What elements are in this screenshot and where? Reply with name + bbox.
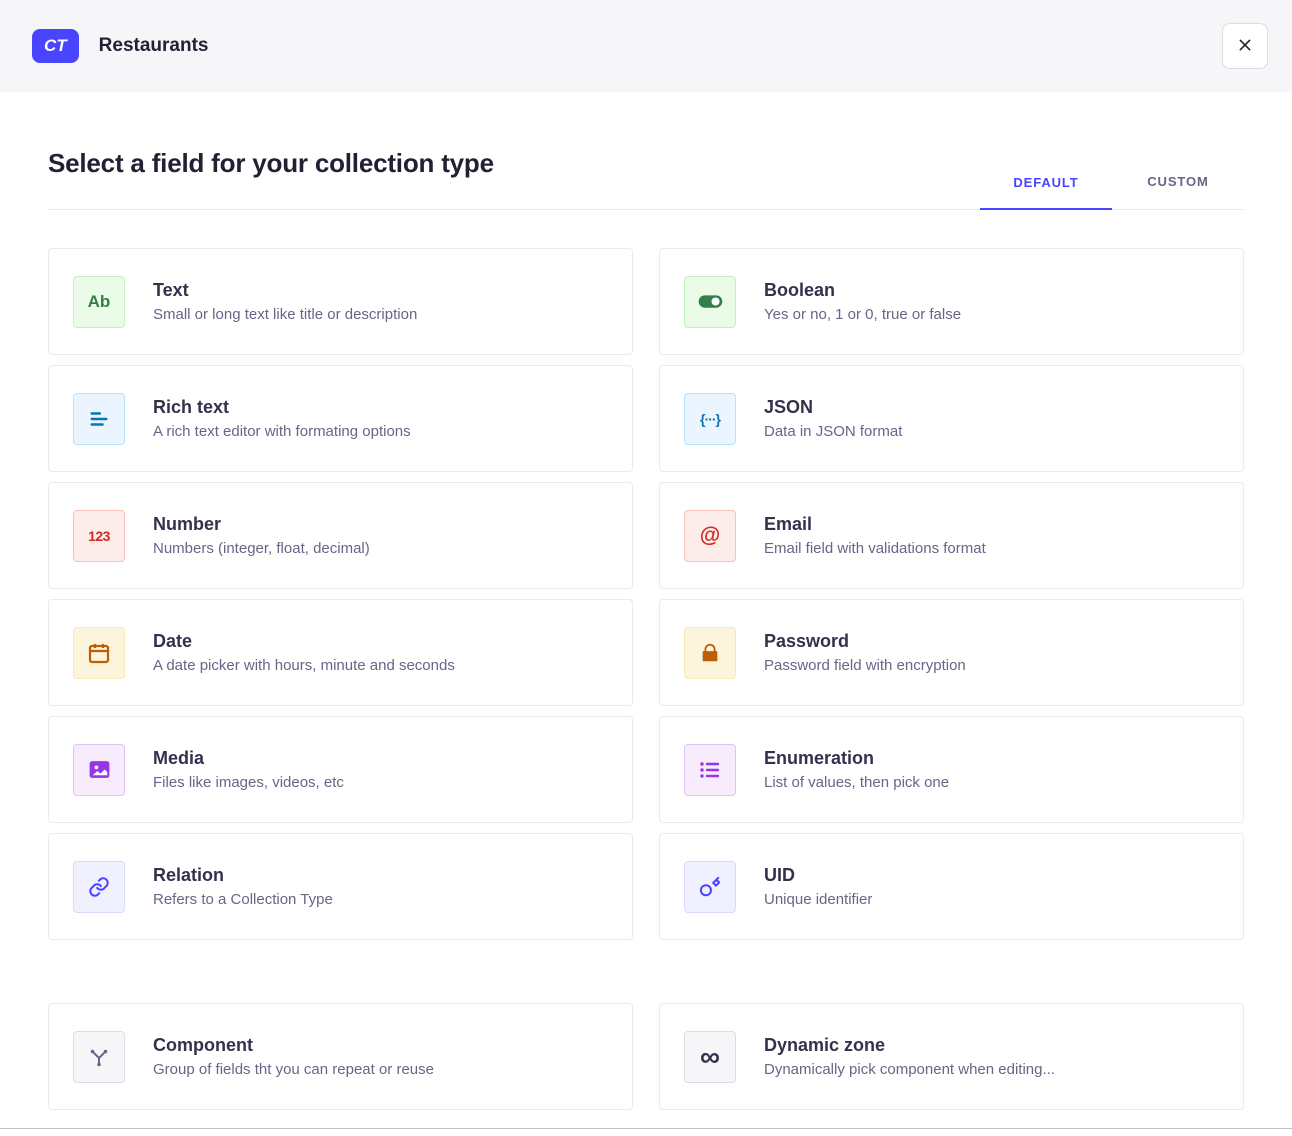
field-title: Relation xyxy=(153,865,333,886)
field-card-text: Enumeration List of values, then pick one xyxy=(764,748,949,791)
tab-bar: DEFAULTCUSTOM xyxy=(980,160,1244,209)
picture-icon xyxy=(73,744,125,796)
field-grid-default: Ab Text Small or long text like title or d… xyxy=(48,248,1244,940)
infinity-icon: ∞ xyxy=(684,1031,736,1083)
field-card-text: JSON Data in JSON format xyxy=(764,397,902,440)
field-card-text: Boolean Yes or no, 1 or 0, true or false xyxy=(764,280,961,323)
field-description: A date picker with hours, minute and sec… xyxy=(153,657,455,674)
field-title: Text xyxy=(153,280,417,301)
field-description: List of values, then pick one xyxy=(764,774,949,791)
field-description: Yes or no, 1 or 0, true or false xyxy=(764,306,961,323)
toggle-icon xyxy=(684,276,736,328)
field-card-text: Rich text A rich text editor with formati… xyxy=(153,397,411,440)
close-button[interactable] xyxy=(1222,23,1268,69)
field-title: Component xyxy=(153,1035,434,1056)
modal-header-left: CT Restaurants xyxy=(32,29,209,63)
calendar-icon xyxy=(73,627,125,679)
field-card-date[interactable]: Date A date picker with hours, minute and… xyxy=(48,599,633,706)
lock-icon xyxy=(684,627,736,679)
field-description: Password field with encryption xyxy=(764,657,966,674)
field-card-email[interactable]: @ Email Email field with validations forma… xyxy=(659,482,1244,589)
link-icon xyxy=(73,861,125,913)
close-icon xyxy=(1237,37,1253,56)
field-description: Data in JSON format xyxy=(764,423,902,440)
branch-icon xyxy=(73,1031,125,1083)
footer-divider xyxy=(0,1128,1292,1129)
field-description: Dynamically pick component when editing.… xyxy=(764,1061,1055,1078)
field-title: Boolean xyxy=(764,280,961,301)
modal-body: Select a field for your collection type … xyxy=(0,148,1292,1110)
tab-custom[interactable]: CUSTOM xyxy=(1112,160,1244,209)
field-card-boolean[interactable]: Boolean Yes or no, 1 or 0, true or false xyxy=(659,248,1244,355)
field-title: Enumeration xyxy=(764,748,949,769)
field-card-password[interactable]: Password Password field with encryption xyxy=(659,599,1244,706)
field-card-dynamiczone[interactable]: ∞ Dynamic zone Dynamically pick component … xyxy=(659,1003,1244,1110)
tab-default[interactable]: DEFAULT xyxy=(980,160,1112,210)
field-card-relation[interactable]: Relation Refers to a Collection Type xyxy=(48,833,633,940)
field-card-text: Email Email field with validations format xyxy=(764,514,986,557)
field-card-text[interactable]: Ab Text Small or long text like title or d… xyxy=(48,248,633,355)
content-type-badge: CT xyxy=(32,29,79,63)
field-description: Small or long text like title or descrip… xyxy=(153,306,417,323)
field-description: Group of fields tht you can repeat or re… xyxy=(153,1061,434,1078)
field-card-media[interactable]: Media Files like images, videos, etc xyxy=(48,716,633,823)
field-grid-advanced: Component Group of fields tht you can rep… xyxy=(48,1003,1244,1110)
bullet-list-icon xyxy=(684,744,736,796)
field-description: Files like images, videos, etc xyxy=(153,774,344,791)
field-card-text: Component Group of fields tht you can rep… xyxy=(153,1035,434,1078)
field-card-component[interactable]: Component Group of fields tht you can rep… xyxy=(48,1003,633,1110)
field-card-text: UID Unique identifier xyxy=(764,865,872,908)
braces-icon: {···} xyxy=(684,393,736,445)
field-card-text: Password Password field with encryption xyxy=(764,631,966,674)
field-description: A rich text editor with formating option… xyxy=(153,423,411,440)
field-title: Media xyxy=(153,748,344,769)
field-card-text: Relation Refers to a Collection Type xyxy=(153,865,333,908)
field-card-uid[interactable]: UID Unique identifier xyxy=(659,833,1244,940)
key-icon xyxy=(684,861,736,913)
field-card-text: Dynamic zone Dynamically pick component w… xyxy=(764,1035,1055,1078)
field-description: Numbers (integer, float, decimal) xyxy=(153,540,370,557)
field-description: Refers to a Collection Type xyxy=(153,891,333,908)
field-card-text: Text Small or long text like title or des… xyxy=(153,280,417,323)
title-row: Select a field for your collection type … xyxy=(48,148,1244,210)
modal-title: Restaurants xyxy=(99,35,209,57)
ab-icon: Ab xyxy=(73,276,125,328)
field-title: Number xyxy=(153,514,370,535)
field-title: Password xyxy=(764,631,966,652)
field-description: Email field with validations format xyxy=(764,540,986,557)
at-icon: @ xyxy=(684,510,736,562)
field-title: UID xyxy=(764,865,872,886)
field-card-number[interactable]: 123 Number Numbers (integer, float, decima… xyxy=(48,482,633,589)
field-title: Date xyxy=(153,631,455,652)
field-title: Email xyxy=(764,514,986,535)
field-card-text: Date A date picker with hours, minute and… xyxy=(153,631,455,674)
field-card-text: Number Numbers (integer, float, decimal) xyxy=(153,514,370,557)
123-icon: 123 xyxy=(73,510,125,562)
align-left-icon xyxy=(73,393,125,445)
page-title: Select a field for your collection type xyxy=(48,148,494,209)
field-description: Unique identifier xyxy=(764,891,872,908)
field-title: JSON xyxy=(764,397,902,418)
field-title: Rich text xyxy=(153,397,411,418)
field-title: Dynamic zone xyxy=(764,1035,1055,1056)
field-card-text: Media Files like images, videos, etc xyxy=(153,748,344,791)
modal-header: CT Restaurants xyxy=(0,0,1292,92)
field-card-richtext[interactable]: Rich text A rich text editor with formati… xyxy=(48,365,633,472)
field-card-enumeration[interactable]: Enumeration List of values, then pick one xyxy=(659,716,1244,823)
field-card-json[interactable]: {···} JSON Data in JSON format xyxy=(659,365,1244,472)
